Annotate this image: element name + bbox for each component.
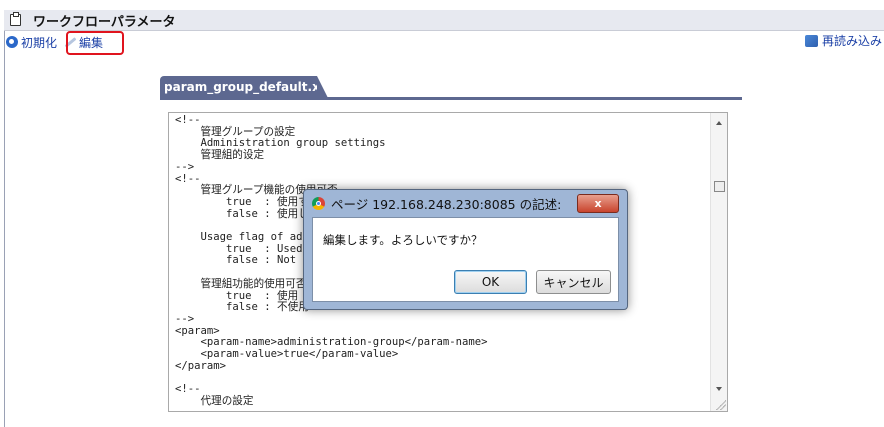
file-tab[interactable]: param_group_default.xml — [160, 76, 336, 98]
tab-underline — [160, 97, 742, 100]
window-title: ワークフローパラメータ — [33, 14, 176, 30]
file-tab-label: param_group_default.xml — [164, 80, 337, 94]
dialog-close-button[interactable]: x — [577, 194, 619, 213]
init-button[interactable]: 初期化 — [6, 34, 57, 51]
refresh-icon — [6, 36, 18, 48]
init-label: 初期化 — [21, 35, 58, 50]
cancel-button[interactable]: キャンセル — [536, 270, 611, 294]
edit-button-highlight — [66, 31, 124, 55]
ok-button[interactable]: OK — [454, 270, 527, 294]
scroll-up-icon[interactable] — [716, 121, 722, 125]
document-icon — [10, 12, 21, 26]
dialog-title: ページ 192.168.248.230:8085 の記述: — [331, 196, 562, 212]
confirm-dialog: ページ 192.168.248.230:8085 の記述: x 編集します。よろ… — [303, 189, 628, 310]
toolbar: 初期化 編集 再読み込み — [6, 32, 884, 52]
dialog-message: 編集します。よろしいですか？ — [323, 233, 483, 247]
reload-label: 再読み込み — [821, 34, 882, 48]
dialog-body: 編集します。よろしいですか？ OK キャンセル — [312, 217, 619, 302]
reload-button[interactable]: 再読み込み — [804, 32, 882, 49]
editor-scrollbar[interactable] — [710, 113, 727, 411]
resize-grip-icon[interactable] — [716, 400, 726, 410]
scroll-thumb[interactable] — [714, 181, 725, 192]
chrome-icon — [312, 196, 325, 210]
page-left-border — [4, 10, 5, 427]
scroll-down-icon[interactable] — [716, 387, 722, 391]
reload-icon — [804, 34, 818, 47]
window-titlebar: ワークフローパラメータ — [4, 10, 884, 31]
close-icon: x — [594, 197, 602, 210]
dialog-titlebar: ページ 192.168.248.230:8085 の記述: x — [304, 190, 627, 216]
